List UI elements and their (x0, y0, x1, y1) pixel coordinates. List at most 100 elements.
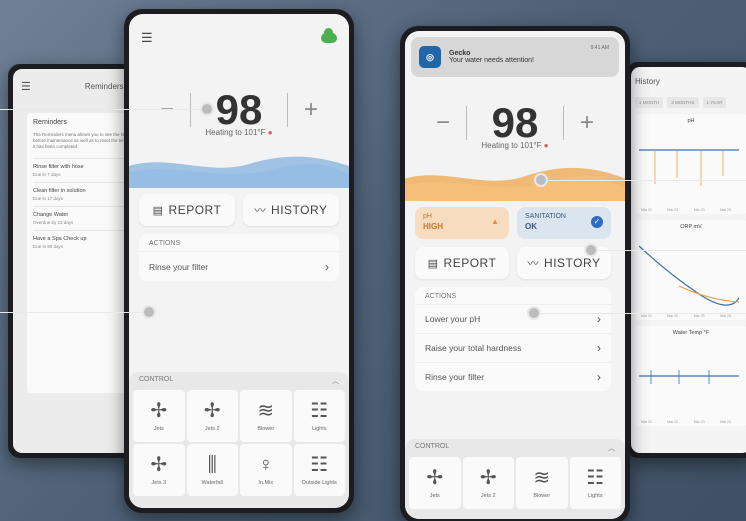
actions-header: ACTIONS (425, 293, 457, 300)
decrease-temp-button[interactable]: − (420, 109, 466, 137)
control-jets[interactable]: ✢ Jets (133, 390, 185, 442)
control-lights[interactable]: ☷ Lights (569, 457, 621, 509)
notification-banner[interactable]: ◎ Gecko Your water needs attention! 9:41… (411, 37, 619, 77)
history-label: HISTORY (271, 203, 328, 217)
x-tick: Mar 22 (667, 314, 679, 318)
control-in-mix[interactable]: ♀ In.Mix (240, 444, 292, 496)
tab-1-month[interactable]: 1 MONTH (635, 97, 664, 108)
main-phone: ☰ − 98 + Heating to 101°F ● ▤ REPORT 〰 H… (124, 9, 354, 513)
control-header: CONTROL ︿ (405, 439, 625, 457)
control-jets-3[interactable]: ✢ Jets 3 (133, 444, 185, 496)
x-tick: Mar 23 (693, 314, 705, 318)
notification-time: 9:41 AM (590, 45, 609, 51)
light-icon: ☷ (586, 467, 605, 489)
history-title: History (635, 77, 660, 86)
control-label: Jets (429, 493, 440, 499)
action-item[interactable]: Raise your total hardness › (415, 333, 611, 362)
report-button[interactable]: ▤ REPORT (415, 247, 509, 279)
report-icon: ▤ (427, 257, 439, 270)
callout-line (0, 109, 204, 110)
control-panel: CONTROL ︿ ✢ Jets ✢ Jets 2 ≋ Blower ☷ Lights … (129, 372, 349, 508)
light-icon: ☷ (310, 400, 329, 422)
report-button[interactable]: ▤ REPORT (139, 194, 235, 226)
callout-line (534, 313, 746, 314)
light-icon: ☷ (310, 454, 329, 476)
control-label: Blower (257, 426, 275, 432)
action-item[interactable]: Rinse your filter › (415, 362, 611, 391)
action-label: Lower your pH (425, 314, 481, 324)
control-title: CONTROL (139, 376, 174, 383)
heating-label: Heating to 101°F ● (129, 128, 349, 137)
actions-card: ACTIONS Lower your pH › Raise your total… (415, 287, 611, 391)
action-label: Raise your total hardness (425, 343, 522, 353)
increase-temp-button[interactable]: + (564, 109, 610, 137)
control-waterfall[interactable]: ⫼ Waterfall (186, 444, 238, 496)
control-jets[interactable]: ✢ Jets (409, 457, 461, 509)
chevron-right-icon: › (597, 341, 601, 355)
menu-icon[interactable]: ☰ (141, 30, 153, 46)
tab-3-months[interactable]: 3 MONTHS (667, 97, 699, 108)
x-tick: Mar 21 (641, 420, 652, 424)
trend-icon: 〰 (527, 258, 540, 270)
control-blower[interactable]: ≋ Blower (516, 457, 568, 509)
temperature-value: 98 (491, 99, 539, 146)
ph-status-card[interactable]: pH HIGH ▲ (415, 207, 509, 239)
increase-temp-button[interactable]: + (288, 96, 334, 124)
main-screen: ☰ − 98 + Heating to 101°F ● ▤ REPORT 〰 H… (129, 14, 349, 508)
callout-line (0, 312, 146, 313)
notification-app-name: Gecko (449, 50, 471, 57)
x-tick: Mar 23 (693, 420, 705, 424)
control-jets-2[interactable]: ✢ Jets 2 (186, 390, 238, 442)
ph-chart-title: pH (687, 118, 695, 124)
chevron-right-icon: › (597, 312, 601, 326)
water-wave (129, 156, 349, 188)
sanitation-label: SANITATION (525, 213, 566, 220)
callout-line (540, 180, 746, 181)
cloud-icon[interactable] (321, 28, 337, 43)
report-history-row: ▤ REPORT 〰 HISTORY (415, 247, 611, 279)
heating-text: Heating to 101°F (205, 128, 266, 137)
control-header: CONTROL ︿ (129, 372, 349, 390)
menu-icon[interactable]: ☰ (21, 80, 31, 93)
control-label: Jets 3 (151, 480, 167, 486)
chevron-up-icon[interactable]: ︿ (608, 443, 615, 453)
alert-phone: ◎ Gecko Your water needs attention! 9:41… (400, 26, 630, 521)
control-label: Jets (153, 426, 164, 432)
report-label: REPORT (168, 203, 222, 217)
sanitation-status-card[interactable]: SANITATION OK ✓ (517, 207, 611, 239)
ph-label: pH (423, 213, 432, 220)
heating-indicator-icon: ● (543, 141, 549, 150)
wind-icon: ≋ (533, 467, 551, 489)
action-item[interactable]: Rinse your filter › (139, 251, 339, 281)
report-history-row: ▤ REPORT 〰 HISTORY (139, 194, 339, 226)
control-grid: ✢ Jets ✢ Jets 2 ≋ Blower ☷ Lights (405, 457, 625, 509)
action-item[interactable]: Lower your pH › (415, 304, 611, 333)
decrease-temp-button[interactable]: − (144, 96, 190, 124)
bulb-icon: ♀ (258, 454, 274, 476)
orp-chart-plot (639, 245, 740, 306)
tab-1-year[interactable]: 1 YEAR (702, 97, 727, 108)
orp-x-axis: Mar 21 Mar 22 Mar 23 Mar 24 (635, 314, 737, 318)
control-blower[interactable]: ≋ Blower (240, 390, 292, 442)
x-tick: Mar 21 (641, 208, 652, 212)
control-jets-2[interactable]: ✢ Jets 2 (462, 457, 514, 509)
fan-icon: ✢ (150, 400, 168, 422)
control-lights[interactable]: ☷ Lights (293, 390, 345, 442)
x-tick: Mar 24 (720, 208, 731, 212)
orp-chart-title: ORP mV (680, 224, 702, 230)
history-label: HISTORY (544, 256, 601, 270)
control-label: Jets 2 (480, 493, 496, 499)
chevron-right-icon: › (325, 259, 329, 274)
x-tick: Mar 23 (693, 208, 705, 212)
chevron-up-icon[interactable]: ︿ (332, 376, 339, 386)
callout-dot (527, 306, 541, 320)
ph-value: HIGH (423, 222, 443, 231)
history-button[interactable]: 〰 HISTORY (243, 194, 339, 226)
history-tabs: 1 MONTH 3 MONTHS 1 YEAR (631, 97, 746, 108)
fan-icon: ✢ (150, 454, 168, 476)
control-label: Lights (587, 493, 603, 499)
control-panel: CONTROL ︿ ✢ Jets ✢ Jets 2 ≋ Blower ☷ Lights (405, 439, 625, 519)
control-outside-lights[interactable]: ☷ Outside Lights (293, 444, 345, 496)
notification-message: Your water needs attention! (449, 57, 534, 64)
fan-icon: ✢ (479, 467, 497, 489)
